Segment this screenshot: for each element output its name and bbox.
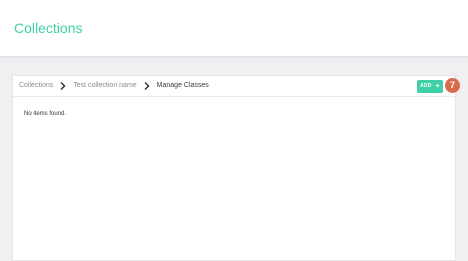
add-button[interactable]: ADD + (417, 80, 443, 93)
breadcrumb-current: Manage Classes (156, 82, 209, 89)
chevron-right-icon (60, 82, 66, 90)
count-badge: 7 (445, 78, 460, 93)
content-card: Collections Test collection name Manage … (12, 75, 456, 261)
breadcrumb-collection-name-link[interactable]: Test collection name (73, 81, 136, 91)
page-header: Collections (0, 0, 468, 57)
add-button-label: ADD (420, 83, 432, 89)
breadcrumb-collections-link[interactable]: Collections (19, 81, 53, 91)
page-title: Collections (14, 20, 83, 36)
chevron-right-icon (144, 82, 150, 90)
empty-state-message: No items found. (24, 111, 67, 117)
card-toolbar: Collections Test collection name Manage … (13, 76, 455, 97)
breadcrumb: Collections Test collection name Manage … (19, 81, 209, 91)
plus-icon: + (435, 83, 440, 90)
